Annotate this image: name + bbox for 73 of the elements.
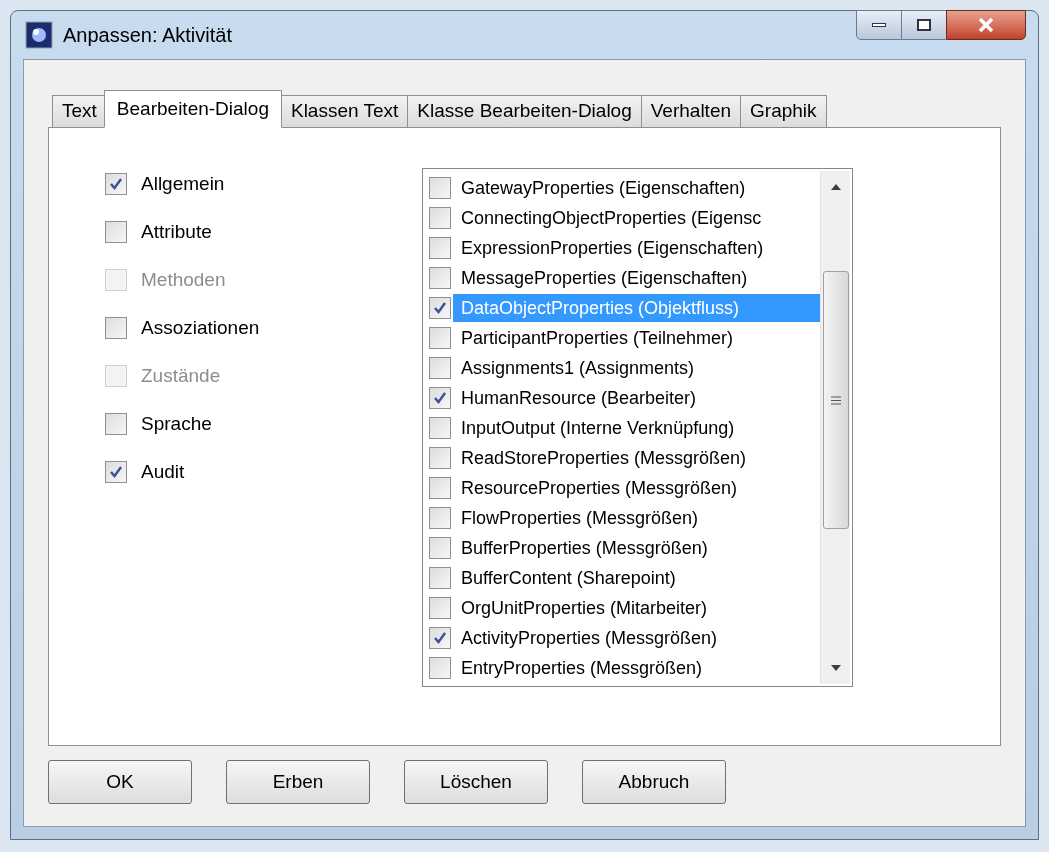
scroll-up-icon[interactable] <box>829 183 842 191</box>
option-label: Methoden <box>141 267 226 292</box>
checkbox[interactable] <box>429 177 451 199</box>
checkbox[interactable] <box>429 417 451 439</box>
check-icon <box>433 391 447 405</box>
checkbox[interactable] <box>105 413 127 435</box>
list-item[interactable]: ExpressionProperties (Eigenschaften) <box>453 234 820 262</box>
checkbox[interactable] <box>429 237 451 259</box>
grip-icon <box>830 395 841 405</box>
list-item[interactable]: ParticipantProperties (Teilnehmer) <box>453 324 820 352</box>
checkbox[interactable] <box>429 567 451 589</box>
checkbox[interactable] <box>105 461 127 483</box>
close-icon <box>977 17 995 33</box>
checkbox[interactable] <box>105 173 127 195</box>
checkbox[interactable] <box>429 327 451 349</box>
dialog-button[interactable]: Löschen <box>404 760 548 804</box>
check-icon <box>433 631 447 645</box>
dialog-button[interactable]: Erben <box>226 760 370 804</box>
option-label: Audit <box>141 459 185 484</box>
checkbox[interactable] <box>429 477 451 499</box>
scroll-down-icon[interactable] <box>829 664 842 672</box>
option-label: Assoziationen <box>141 315 260 340</box>
minimize-icon <box>872 23 886 27</box>
check-icon <box>109 465 123 479</box>
checkbox[interactable] <box>429 597 451 619</box>
checkbox[interactable] <box>429 267 451 289</box>
list-item[interactable]: MessageProperties (Eigenschaften) <box>453 264 820 292</box>
tab[interactable]: Klasse Bearbeiten-Dialog <box>407 95 642 128</box>
checkbox[interactable] <box>105 221 127 243</box>
maximize-button[interactable] <box>902 10 946 40</box>
checkbox[interactable] <box>429 297 451 319</box>
checkbox[interactable] <box>429 657 451 679</box>
tab[interactable]: Bearbeiten-Dialog <box>103 90 282 128</box>
list-item[interactable]: HumanResource (Bearbeiter) <box>453 384 820 412</box>
checkbox[interactable] <box>429 537 451 559</box>
list-item[interactable]: ActivityProperties (Messgrößen) <box>453 624 820 652</box>
option-label: Attribute <box>141 219 212 244</box>
tab[interactable]: Graphik <box>740 95 827 128</box>
tab[interactable]: Text <box>52 95 107 128</box>
checkbox[interactable] <box>429 627 451 649</box>
checkbox[interactable] <box>429 357 451 379</box>
list-item[interactable]: FlowProperties (Messgrößen) <box>453 504 820 532</box>
checkbox[interactable] <box>429 507 451 529</box>
list-item[interactable]: EntryProperties (Messgrößen) <box>453 654 820 682</box>
minimize-button[interactable] <box>856 10 902 40</box>
scroll-thumb[interactable] <box>822 271 849 529</box>
check-icon <box>433 301 447 315</box>
list-item[interactable]: BufferProperties (Messgrößen) <box>453 534 820 562</box>
list-item[interactable]: OrgUnitProperties (Mitarbeiter) <box>453 594 820 622</box>
checkbox[interactable] <box>105 317 127 339</box>
list-item[interactable]: GatewayProperties (Eigenschaften) <box>453 174 820 202</box>
tab[interactable]: Klassen Text <box>280 95 409 128</box>
list-item[interactable]: ConnectingObjectProperties (Eigensc <box>453 204 820 232</box>
list-item[interactable]: InputOutput (Interne Verknüpfung) <box>453 414 820 442</box>
dialog-button[interactable]: OK <box>48 760 192 804</box>
dialog-button[interactable]: Abbruch <box>582 760 726 804</box>
scrollbar[interactable] <box>820 171 850 684</box>
window-title: Anpassen: Aktivität <box>63 23 232 48</box>
list-item[interactable]: Assignments1 (Assignments) <box>453 354 820 382</box>
option-label: Zustände <box>141 363 221 388</box>
option-label: Sprache <box>141 411 212 436</box>
close-button[interactable] <box>946 10 1026 40</box>
app-icon <box>25 21 53 49</box>
checkbox[interactable] <box>429 207 451 229</box>
maximize-icon <box>917 19 931 31</box>
list-item[interactable]: ResourceProperties (Messgrößen) <box>453 474 820 502</box>
tab[interactable]: Verhalten <box>640 95 742 128</box>
check-icon <box>109 177 123 191</box>
option-label: Allgemein <box>141 171 225 196</box>
list-item[interactable]: BufferContent (Sharepoint) <box>453 564 820 592</box>
checkbox[interactable] <box>429 387 451 409</box>
list-item[interactable]: ReadStoreProperties (Messgrößen) <box>453 444 820 472</box>
checkbox[interactable] <box>429 447 451 469</box>
